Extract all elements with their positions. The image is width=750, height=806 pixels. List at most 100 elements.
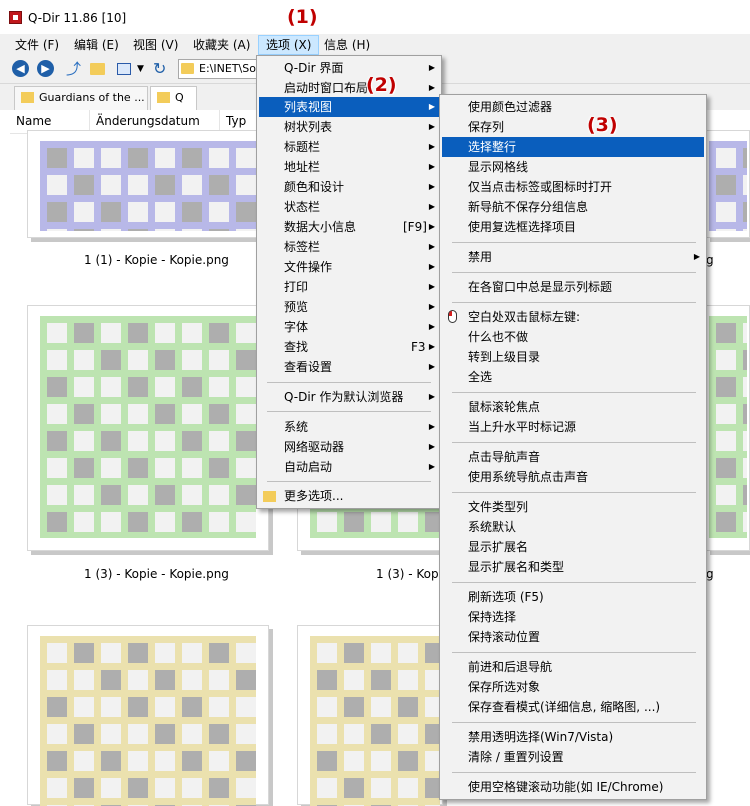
thumbnail-cell (398, 670, 418, 690)
thumbnail-cell (128, 229, 148, 231)
thumbnail-1[interactable] (27, 130, 269, 238)
menu-item-print[interactable]: 打印 ▶ (259, 277, 439, 297)
menu-item-title-bar[interactable]: 标题栏 ▶ (259, 137, 439, 157)
tab-q[interactable]: Q (150, 86, 197, 110)
thumbnail-cell (101, 485, 121, 505)
menu-item-disable-transparent-selection[interactable]: 禁用透明选择(Win7/Vista) (442, 727, 704, 747)
menu-item-keep-scroll-position[interactable]: 保持滚动位置 (442, 627, 704, 647)
view-mode-icon[interactable] (117, 63, 131, 75)
folder-icon (157, 92, 170, 103)
thumbnail-cell (47, 323, 67, 343)
thumbnail-2[interactable] (27, 305, 269, 551)
thumbnail-cell (155, 485, 175, 505)
menu-item-checkbox-select[interactable]: 使用复选框选择项目 (442, 217, 704, 237)
callout-3: (3) (587, 114, 618, 136)
menu-item-default-browser[interactable]: Q-Dir 作为默认浏览器 ▶ (259, 387, 439, 407)
menu-item-space-key-scroll[interactable]: 使用空格键滚动功能(如 IE/Chrome) (442, 777, 704, 797)
menu-item-status-bar[interactable]: 状态栏 ▶ (259, 197, 439, 217)
menu-item-network-drives[interactable]: 网络驱动器 ▶ (259, 437, 439, 457)
thumbnail-cell (236, 670, 256, 690)
thumbnail-cell (716, 485, 736, 505)
menu-item-label: 自动启动 (284, 460, 333, 474)
thumbnail-cell (155, 323, 175, 343)
menu-item-label: 地址栏 (284, 160, 321, 174)
menu-info[interactable]: 信息 (H) (317, 35, 377, 55)
thumbnail-cell (743, 202, 747, 222)
menu-item-mouse-wheel-focus[interactable]: 鼠标滚轮焦点 (442, 397, 704, 417)
submenu-arrow-icon: ▶ (428, 462, 435, 471)
menu-item-label: 清除 / 重置列设置 (468, 750, 564, 764)
menu-item-show-extension-and-type[interactable]: 显示扩展名和类型 (442, 557, 704, 577)
menu-item-file-operations[interactable]: 文件操作 ▶ (259, 257, 439, 277)
menu-item-list-view[interactable]: 列表视图 ▶ (259, 97, 439, 117)
forward-button[interactable]: ▶ (37, 60, 54, 77)
list-view-submenu: 使用颜色过滤器 保存列 选择整行 显示网格线 仅当点击标签或图标时打开 新导航不… (439, 94, 707, 800)
menu-item-full-row-select[interactable]: 选择整行 (442, 137, 704, 157)
menu-item-autostart[interactable]: 自动启动 ▶ (259, 457, 439, 477)
up-folder-icon[interactable]: ⤴ (66, 61, 82, 77)
menu-item-system-navigation-sound[interactable]: 使用系统导航点击声音 (442, 467, 704, 487)
thumbnail-8[interactable] (297, 625, 443, 806)
thumbnail-cell (74, 485, 94, 505)
thumbnail-cell (716, 229, 736, 231)
thumbnail-5[interactable] (706, 130, 750, 238)
address-bar[interactable]: E:\INET\Software (178, 59, 268, 79)
folder-icon[interactable] (90, 63, 105, 75)
menu-favorites[interactable]: 收藏夹 (A) (186, 35, 257, 55)
thumbnail-cell (155, 751, 175, 771)
menu-item-data-size-info[interactable]: 数据大小信息 [F9] ▶ (259, 217, 439, 237)
menu-item-back-forward-navigation: 前进和后退导航 (442, 657, 704, 677)
menu-item-find[interactable]: 查找 F3 ▶ (259, 337, 439, 357)
menu-item-open-on-label-click[interactable]: 仅当点击标签或图标时打开 (442, 177, 704, 197)
tab-guardians[interactable]: Guardians of the ... (14, 86, 148, 110)
menu-item-preview[interactable]: 预览 ▶ (259, 297, 439, 317)
menu-item-tree-list[interactable]: 树状列表 ▶ (259, 117, 439, 137)
menu-item-font[interactable]: 字体 ▶ (259, 317, 439, 337)
thumbnail-cell (182, 724, 202, 744)
menu-item-save-columns[interactable]: 保存列 (442, 117, 704, 137)
menu-item-go-to-parent[interactable]: 转到上级目录 (442, 347, 704, 367)
menu-item-disable[interactable]: 禁用 ▶ (442, 247, 704, 267)
thumbnail-cell (155, 724, 175, 744)
thumbnail-cell (716, 431, 736, 451)
menu-item-system[interactable]: 系统 ▶ (259, 417, 439, 437)
thumbnail-7[interactable] (27, 625, 269, 806)
menu-item-more-options[interactable]: 更多选项... (259, 486, 439, 506)
menu-edit[interactable]: 编辑 (E) (67, 35, 126, 55)
dropdown-arrow-icon[interactable]: ▼ (137, 61, 153, 77)
menu-item-click-navigation-sound[interactable]: 点击导航声音 (442, 447, 704, 467)
menu-item-save-view-mode[interactable]: 保存查看模式(详细信息, 缩略图, ...) (442, 697, 704, 717)
menu-item-use-color-filter[interactable]: 使用颜色过滤器 (442, 97, 704, 117)
menu-item-label: 禁用 (468, 250, 493, 264)
menu-item-qdir-interface[interactable]: Q-Dir 界面 ▶ (259, 58, 439, 78)
menu-options[interactable]: 选项 (X) (258, 35, 320, 55)
menu-item-no-group-save[interactable]: 新导航不保存分组信息 (442, 197, 704, 217)
menu-item-label: 保存列 (468, 120, 505, 134)
menu-item-do-nothing[interactable]: 什么也不做 (442, 327, 704, 347)
menu-file[interactable]: 文件 (F) (8, 35, 66, 55)
menu-item-select-all[interactable]: 全选 (442, 367, 704, 387)
menu-item-view-settings[interactable]: 查看设置 ▶ (259, 357, 439, 377)
thumbnail-cell (47, 148, 67, 168)
thumbnail-cell (74, 148, 94, 168)
menu-item-colors-design[interactable]: 颜色和设计 ▶ (259, 177, 439, 197)
menu-item-startup-layout[interactable]: 启动时窗口布局 ▶ (259, 78, 439, 98)
menu-item-keep-selection[interactable]: 保持选择 (442, 607, 704, 627)
menu-item-system-default[interactable]: 系统默认 (442, 517, 704, 537)
menu-item-show-grid-lines[interactable]: 显示网格线 (442, 157, 704, 177)
refresh-icon[interactable]: ↻ (153, 61, 169, 77)
menu-view[interactable]: 视图 (V) (126, 35, 185, 55)
thumbnail-6[interactable] (706, 305, 750, 551)
back-button[interactable]: ◀ (12, 60, 29, 77)
thumbnail-cell (74, 697, 94, 717)
menu-item-save-selected-objects[interactable]: 保存所选对象 (442, 677, 704, 697)
menu-item-show-extension[interactable]: 显示扩展名 (442, 537, 704, 557)
menu-item-reset-column-settings[interactable]: 清除 / 重置列设置 (442, 747, 704, 767)
thumbnail-cell (47, 485, 67, 505)
menu-item-tab-bar[interactable]: 标签栏 ▶ (259, 237, 439, 257)
menu-item-address-bar[interactable]: 地址栏 ▶ (259, 157, 439, 177)
menu-item-mark-source-on-level-up[interactable]: 当上升水平时标记源 (442, 417, 704, 437)
thumbnail-cell (182, 148, 202, 168)
submenu-arrow-icon: ▶ (428, 63, 435, 72)
menu-item-always-show-column-headers[interactable]: 在各窗口中总是显示列标题 (442, 277, 704, 297)
